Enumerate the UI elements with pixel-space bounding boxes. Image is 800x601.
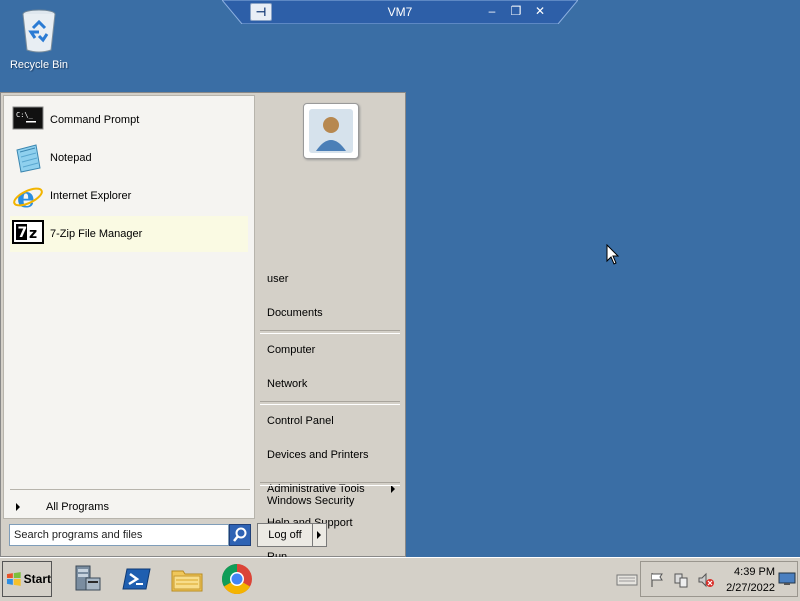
clock-time[interactable]: 4:39 PM: [729, 566, 775, 578]
start-button[interactable]: Start: [2, 561, 52, 597]
program-label: Notepad: [50, 152, 92, 164]
program-label: Command Prompt: [50, 114, 140, 126]
search-input[interactable]: [9, 524, 229, 546]
program-command-prompt[interactable]: C:\_ Command Prompt: [10, 102, 248, 138]
system-links-pane: user Documents Computer Network Control …: [257, 95, 403, 563]
search-button[interactable]: [229, 524, 251, 546]
all-programs-label: All Programs: [46, 501, 109, 513]
chevron-right-icon: [16, 503, 20, 511]
vm-title: VM7: [387, 5, 413, 19]
network-icon[interactable]: [673, 572, 689, 588]
show-desktop-icon[interactable]: [778, 572, 796, 586]
svg-text:7: 7: [18, 225, 28, 241]
close-icon[interactable]: ✕: [532, 3, 548, 19]
menu-item-documents[interactable]: Documents: [267, 304, 399, 322]
vm-connection-bar: ⊣ VM7 – ❐ ✕: [222, 0, 578, 24]
menu-item-windows-security[interactable]: Windows Security: [267, 492, 399, 510]
program-notepad[interactable]: Notepad: [10, 140, 248, 176]
program-internet-explorer[interactable]: e Internet Explorer: [10, 178, 248, 214]
command-prompt-icon: C:\_: [12, 104, 44, 136]
recycle-bin-label: Recycle Bin: [9, 59, 69, 71]
powershell-icon[interactable]: [120, 562, 154, 596]
divider: [260, 330, 400, 334]
divider: [10, 489, 250, 490]
mouse-cursor-icon: [606, 244, 620, 265]
menu-item-control-panel[interactable]: Control Panel: [267, 412, 399, 430]
divider: [260, 401, 400, 405]
clock-date[interactable]: 2/27/2022: [719, 582, 775, 594]
chrome-icon[interactable]: [220, 562, 254, 596]
keyboard-icon[interactable]: [616, 572, 638, 586]
recycle-bin-icon: [22, 9, 56, 53]
logoff-button[interactable]: Log off: [258, 524, 313, 546]
restore-icon[interactable]: ❐: [508, 3, 524, 19]
pinned-programs-pane: C:\_ Command Prompt Notepad e Internet E…: [3, 95, 255, 519]
all-programs-button[interactable]: All Programs: [12, 498, 248, 516]
search-box: [9, 524, 251, 546]
program-label: Internet Explorer: [50, 190, 132, 202]
shutdown-options-arrow-icon[interactable]: [313, 524, 326, 546]
server-manager-icon[interactable]: [70, 562, 104, 596]
user-avatar[interactable]: [303, 103, 359, 159]
file-explorer-icon[interactable]: [170, 562, 204, 596]
menu-item-user[interactable]: user: [267, 270, 399, 288]
internet-explorer-icon: e: [12, 180, 44, 214]
windows-logo-icon: [6, 572, 21, 586]
menu-item-devices-printers[interactable]: Devices and Printers: [267, 446, 399, 464]
recycle-bin-shortcut[interactable]: Recycle Bin: [6, 6, 72, 71]
volume-muted-icon[interactable]: [697, 572, 715, 588]
notepad-icon: [12, 142, 44, 174]
svg-text:e: e: [17, 181, 35, 212]
svg-text:z: z: [29, 226, 37, 242]
svg-text:C:\_: C:\_: [16, 111, 34, 119]
action-center-flag-icon[interactable]: [649, 572, 665, 588]
program-label: 7-Zip File Manager: [50, 228, 143, 240]
notification-area: 4:39 PM 2/27/2022: [640, 561, 798, 597]
divider: [260, 482, 400, 486]
logoff-split-button: Log off: [257, 523, 327, 547]
program-7zip[interactable]: 7z 7-Zip File Manager: [10, 216, 248, 252]
menu-item-network[interactable]: Network: [267, 375, 399, 393]
start-label: Start: [23, 572, 51, 586]
user-avatar-icon: [309, 109, 353, 153]
start-menu: C:\_ Command Prompt Notepad e Internet E…: [0, 92, 406, 563]
7zip-icon: 7z: [12, 218, 44, 250]
taskbar: Start 4:39 PM 2/27/2022: [0, 557, 800, 601]
search-icon: [233, 527, 247, 542]
minimize-icon[interactable]: –: [484, 3, 500, 19]
menu-item-computer[interactable]: Computer: [267, 341, 399, 359]
